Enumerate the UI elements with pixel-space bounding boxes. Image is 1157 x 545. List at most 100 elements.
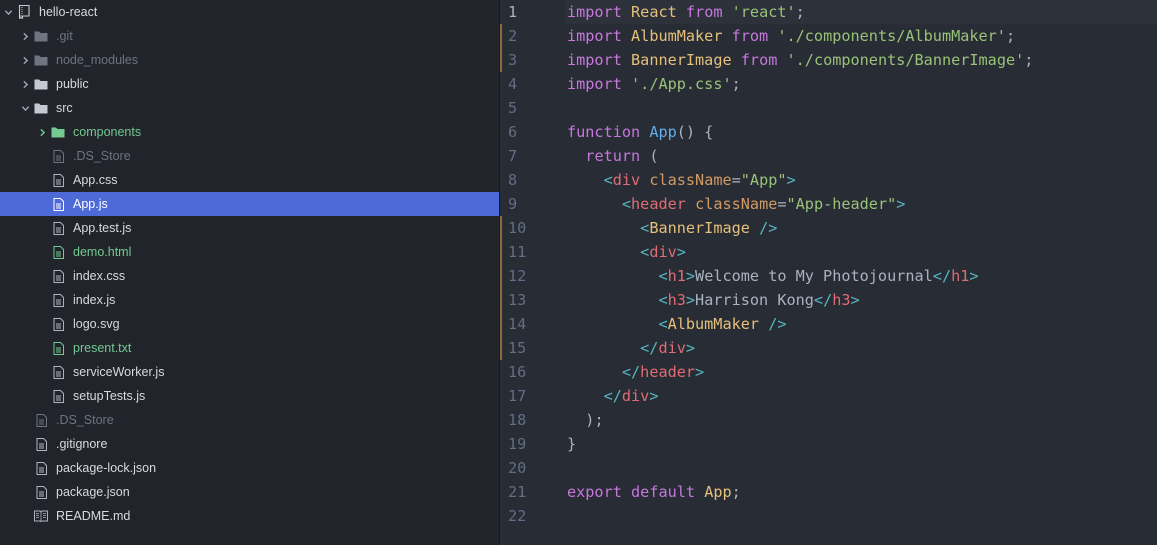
tree-file-demo-html[interactable]: demo.html [0, 240, 499, 264]
code-editor[interactable]: 1 2 3 4 5 6 7 8 9 10 11 12 13 14 15 16 17 18 19 20 21 22 impo… [500, 0, 1157, 545]
code-area[interactable]: import React from 'react'; import AlbumMa… [566, 0, 1157, 545]
tree-file-package-json[interactable]: package.json [0, 480, 499, 504]
chevron-right-icon[interactable] [20, 72, 30, 96]
chevron-down-icon[interactable] [3, 0, 13, 24]
file-icon [50, 216, 66, 240]
code-line[interactable]: </div> [566, 336, 1157, 360]
tree-file-package-lock-json[interactable]: package-lock.json [0, 456, 499, 480]
tree-file-ds-store[interactable]: .DS_Store [0, 408, 499, 432]
file-icon [50, 336, 66, 360]
code-line[interactable]: function App() { [566, 120, 1157, 144]
code-token: div [621, 387, 650, 405]
tree-item-label: .git [56, 29, 73, 43]
tree-file-serviceworker-js[interactable]: serviceWorker.js [0, 360, 499, 384]
code-line[interactable]: <header className="App-header"> [566, 192, 1157, 216]
line-number: 7 [508, 147, 518, 165]
book-icon [33, 504, 49, 528]
code-token: </ [603, 387, 622, 405]
code-token: </ [813, 291, 833, 309]
code-token: ; [1005, 27, 1016, 45]
tree-folder-components[interactable]: components [0, 120, 499, 144]
line-number: 20 [508, 459, 527, 477]
code-token: "App-header" [786, 195, 897, 213]
code-token: h3 [832, 291, 851, 309]
tree-file-setuptests-js[interactable]: setupTests.js [0, 384, 499, 408]
chevron-right-icon[interactable] [20, 24, 30, 48]
code-token: > [685, 267, 696, 285]
tree-folder-src[interactable]: src [0, 96, 499, 120]
code-line[interactable]: <BannerImage /> [566, 216, 1157, 240]
tree-item-label: App.css [73, 173, 118, 187]
code-line[interactable]: import BannerImage from './components/Ba… [566, 48, 1157, 72]
tree-file-readme-md[interactable]: README.md [0, 504, 499, 528]
folder-icon [33, 48, 49, 72]
code-line[interactable] [566, 96, 1157, 120]
line-number: 1 [508, 3, 518, 21]
tree-item-label: App.test.js [73, 221, 132, 235]
code-line[interactable]: </div> [566, 384, 1157, 408]
code-line[interactable]: export default App; [566, 480, 1157, 504]
code-token: ; [731, 483, 741, 501]
code-line[interactable]: import React from 'react'; [566, 0, 1157, 24]
code-line[interactable] [566, 504, 1157, 528]
code-token: BannerImage [649, 219, 750, 237]
tree-file-app-test-js[interactable]: App.test.js [0, 216, 499, 240]
tree-folder-node-modules[interactable]: node_modules [0, 48, 499, 72]
code-token: > [685, 291, 696, 309]
code-line[interactable]: <AlbumMaker /> [566, 312, 1157, 336]
code-token: < [640, 219, 650, 237]
tree-file-index-css[interactable]: index.css [0, 264, 499, 288]
code-token: > [850, 291, 860, 309]
tree-folder-public[interactable]: public [0, 72, 499, 96]
line-number: 4 [508, 75, 518, 93]
chevron-right-icon[interactable] [37, 120, 47, 144]
code-line[interactable]: import AlbumMaker from './components/Alb… [566, 24, 1157, 48]
code-token: 'react' [731, 3, 796, 21]
tree-folder-git[interactable]: .git [0, 24, 499, 48]
code-token: < [658, 291, 668, 309]
chevron-right-icon[interactable] [20, 48, 30, 72]
tree-file-present-txt[interactable]: present.txt [0, 336, 499, 360]
code-line[interactable]: } [566, 432, 1157, 456]
code-token: div [649, 243, 677, 261]
code-token: Welcome to My Photojournal [695, 267, 933, 285]
line-number: 2 [500, 24, 566, 48]
code-line[interactable]: <h1>Welcome to My Photojournal</h1> [566, 264, 1157, 288]
code-line[interactable]: <h3>Harrison Kong</h3> [566, 288, 1157, 312]
tree-file-app-css[interactable]: App.css [0, 168, 499, 192]
code-line[interactable]: ); [566, 408, 1157, 432]
folder-icon [33, 24, 49, 48]
tree-file-index-js[interactable]: index.js [0, 288, 499, 312]
tree-file-ds-store[interactable]: .DS_Store [0, 144, 499, 168]
file-tree[interactable]: hello-react .git node_modules public src comp… [0, 0, 500, 545]
code-token: import [567, 51, 622, 69]
code-line[interactable]: <div className="App"> [566, 168, 1157, 192]
code-token: > [896, 195, 906, 213]
code-line[interactable]: return ( [566, 144, 1157, 168]
tree-file-logo-svg[interactable]: logo.svg [0, 312, 499, 336]
code-line[interactable]: </header> [566, 360, 1157, 384]
code-token: () { [676, 123, 714, 141]
tree-file-app-js[interactable]: App.js [0, 192, 499, 216]
code-token: './App.css' [631, 75, 732, 93]
code-line[interactable]: import './App.css'; [566, 72, 1157, 96]
code-line[interactable] [566, 456, 1157, 480]
code-token: ( [640, 147, 659, 165]
code-token: import [567, 27, 622, 45]
code-token: > [649, 387, 659, 405]
code-line[interactable]: <div> [566, 240, 1157, 264]
code-token: /> [759, 219, 778, 237]
tree-file-gitignore[interactable]: .gitignore [0, 432, 499, 456]
tree-folder-hello-react[interactable]: hello-react [0, 0, 499, 24]
chevron-down-icon[interactable] [20, 96, 30, 120]
